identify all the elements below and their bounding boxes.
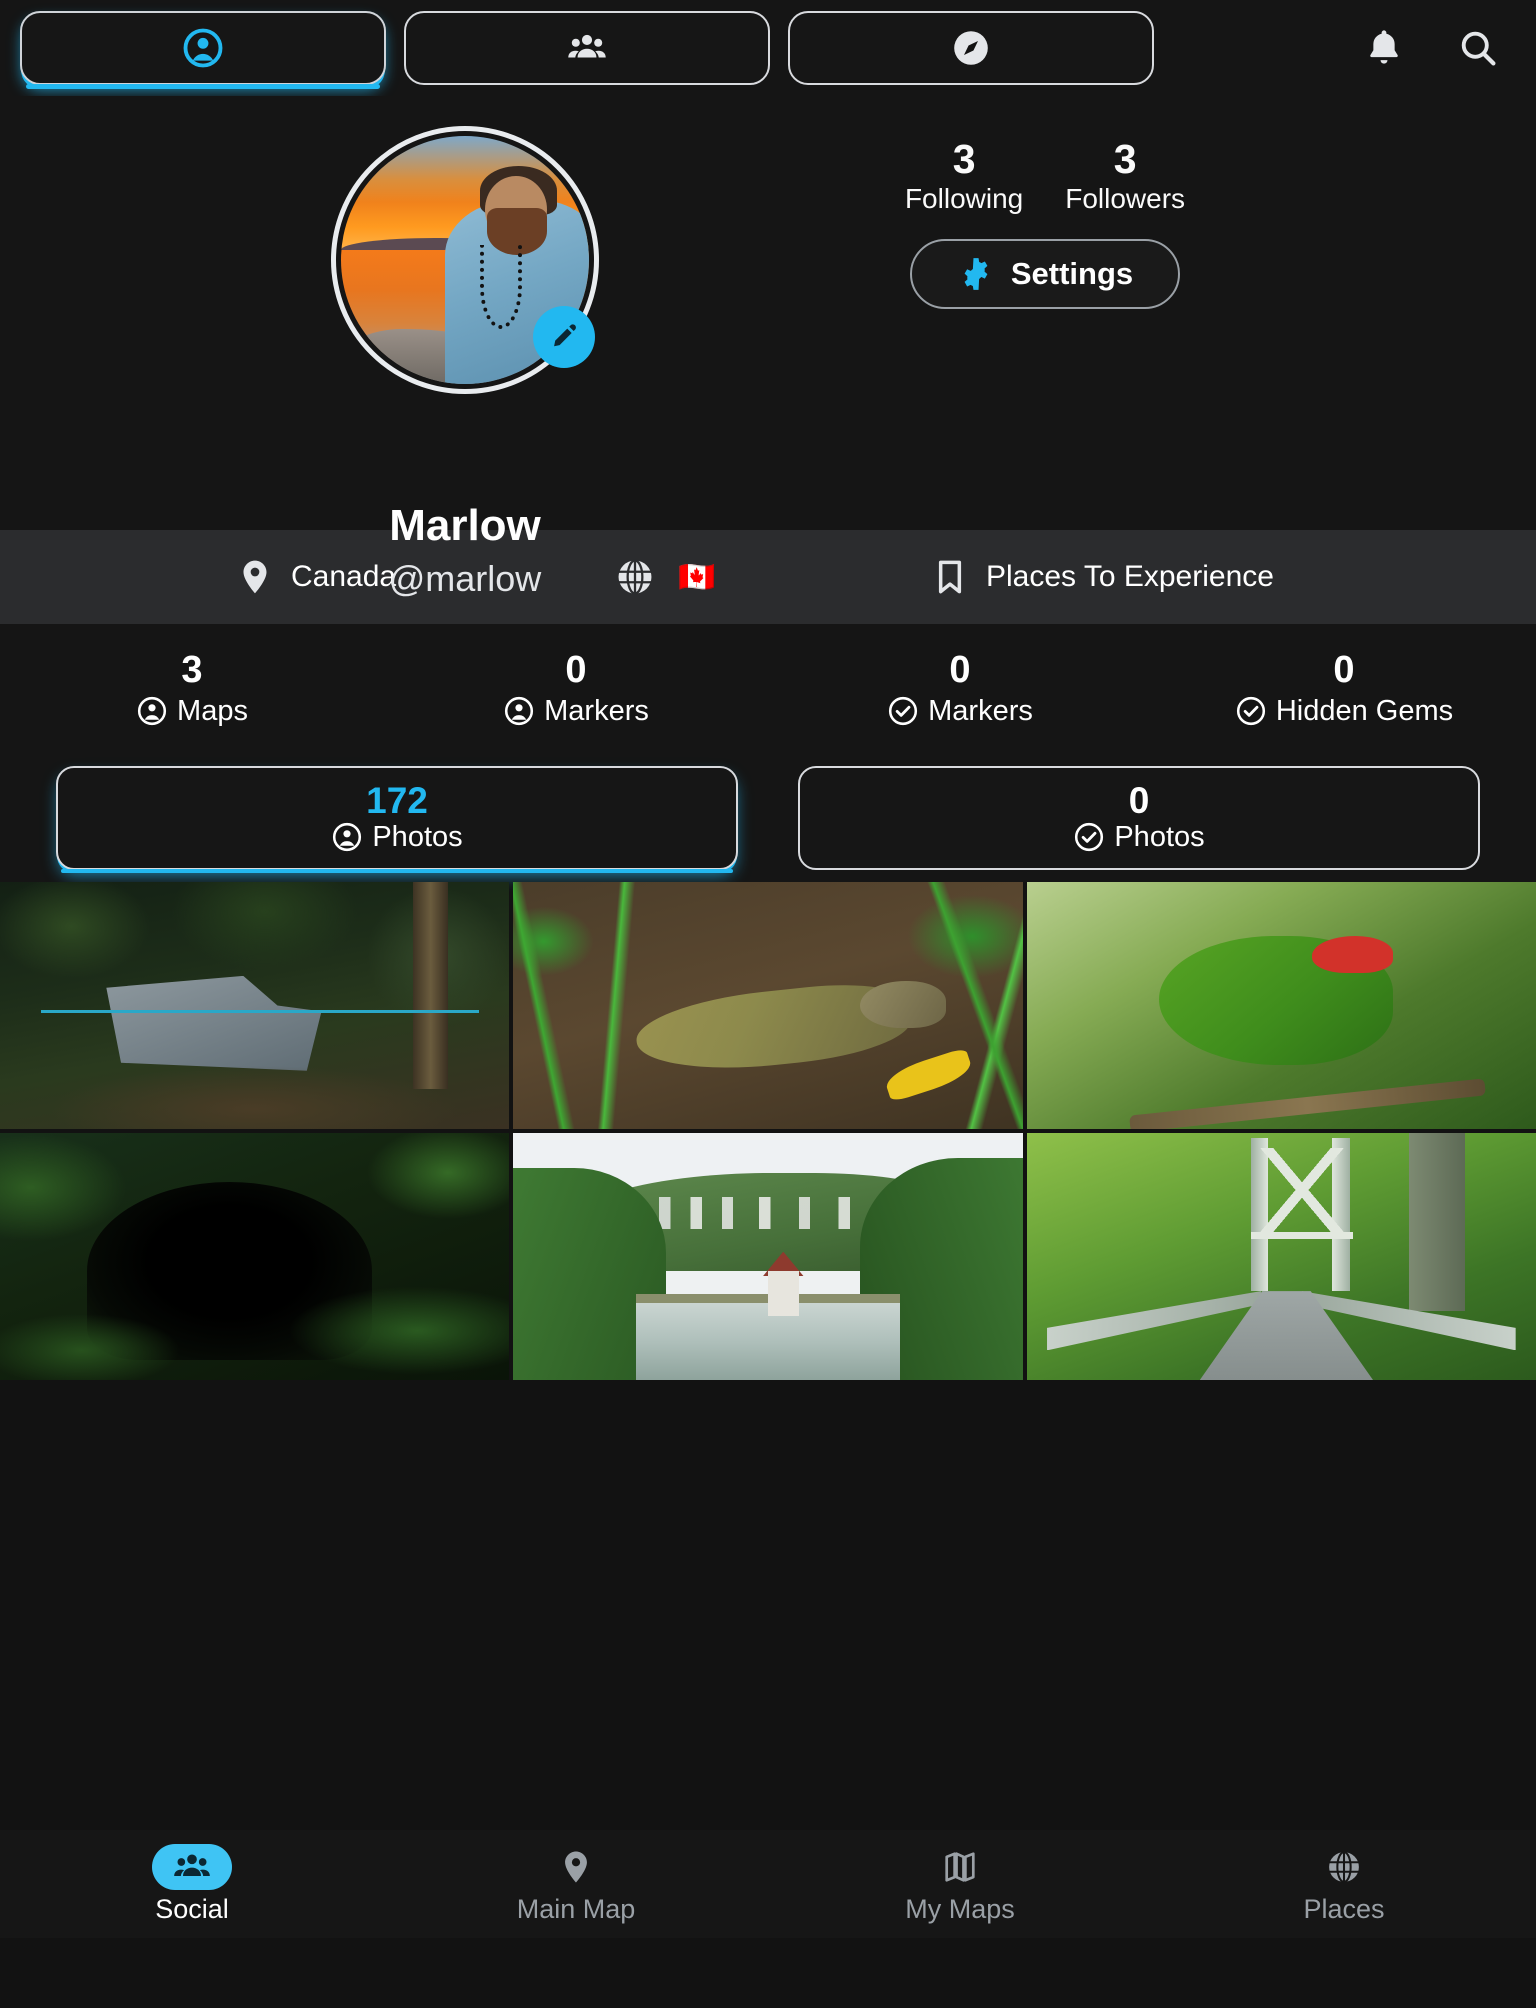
- page-title: Marlow: [389, 501, 541, 550]
- people-group-icon: [174, 1854, 210, 1876]
- nav-label: Social: [155, 1893, 229, 1924]
- check-circle-icon: [889, 697, 918, 726]
- map-pin-icon: [565, 1850, 587, 1883]
- globe-icon: [1329, 1850, 1359, 1883]
- settings-button[interactable]: Settings: [910, 239, 1180, 310]
- search-icon: [1461, 31, 1496, 66]
- photo-swing-bridge[interactable]: [1026, 1133, 1536, 1380]
- profile-header: 3 Following 3 Followers Settings Marlow …: [0, 96, 1536, 599]
- explore-tab[interactable]: [788, 11, 1154, 85]
- counters-row: 3 Maps 0 Markers 0 Markers 0 Hidden Gems: [0, 624, 1536, 754]
- followers-count: 3: [1113, 136, 1137, 182]
- photo-tabs: 172 Photos 0 Photos: [0, 754, 1536, 882]
- counter-markers-visited[interactable]: 0 Markers: [768, 649, 1152, 728]
- counter-label: Hidden Gems: [1275, 694, 1454, 727]
- person-circle-icon: [183, 28, 223, 68]
- compass-icon: [954, 31, 988, 65]
- following-count: 3: [952, 136, 976, 182]
- person-circle-icon: [137, 697, 167, 726]
- counter-value: 0: [949, 649, 971, 692]
- nav-label: Main Map: [516, 1893, 636, 1924]
- tab-label: Photos: [1114, 820, 1205, 853]
- photo-tuatara-reptile[interactable]: [513, 882, 1023, 1129]
- tab-count: 0: [1128, 780, 1150, 822]
- counter-maps[interactable]: 3 Maps: [0, 649, 384, 728]
- nav-places[interactable]: Places: [1152, 1844, 1536, 1925]
- tab-label: Photos: [372, 820, 463, 853]
- people-group-icon: [568, 34, 606, 58]
- counter-value: 3: [181, 649, 203, 692]
- folded-map-icon: [945, 1851, 975, 1882]
- bell-icon: [1370, 30, 1398, 64]
- counter-value: 0: [1333, 649, 1355, 692]
- following-stat[interactable]: 3 Following: [904, 136, 1024, 215]
- check-circle-icon: [1075, 823, 1104, 852]
- profile-stats: 3 Following 3 Followers Settings: [880, 136, 1210, 310]
- photo-reservoir-valley[interactable]: [513, 1133, 1023, 1380]
- counter-hidden-gems[interactable]: 0 Hidden Gems: [1152, 649, 1536, 728]
- settings-label: Settings: [1010, 256, 1134, 292]
- followers-stat[interactable]: 3 Followers: [1065, 136, 1186, 215]
- nav-main-map[interactable]: Main Map: [384, 1844, 768, 1925]
- counter-label: Markers: [544, 694, 649, 727]
- search-button[interactable]: [1440, 10, 1516, 86]
- profile-handle: @marlow: [388, 558, 542, 599]
- bottom-navigation: Social Main Map My Maps Places: [0, 1830, 1536, 1938]
- counter-label: Maps: [177, 694, 248, 727]
- counter-markers-owned[interactable]: 0 Markers: [384, 649, 768, 728]
- edit-avatar-button[interactable]: [533, 306, 595, 368]
- followers-label: Followers: [1065, 183, 1186, 215]
- nav-label: My Maps: [905, 1893, 1015, 1924]
- check-circle-icon: [1236, 697, 1265, 726]
- photo-green-parakeet[interactable]: [1026, 882, 1536, 1129]
- person-circle-icon: [505, 697, 534, 726]
- bookmark-icon: [938, 560, 962, 594]
- nav-label: Places: [1303, 1893, 1385, 1924]
- nav-social[interactable]: Social: [0, 1843, 384, 1925]
- tab-count: 172: [366, 780, 428, 822]
- profile-tab[interactable]: [20, 11, 386, 89]
- person-circle-icon: [333, 823, 362, 852]
- bookmark-item[interactable]: Places To Experience: [860, 557, 1536, 597]
- photo-mine-cart-forest[interactable]: [0, 882, 510, 1129]
- photo-dark-tunnel[interactable]: [0, 1133, 510, 1380]
- bookmark-label: Places To Experience: [986, 560, 1274, 593]
- friends-tab[interactable]: [404, 11, 770, 85]
- tab-my-photos[interactable]: 172 Photos: [56, 766, 738, 873]
- top-tab-bar: [0, 0, 1536, 96]
- following-label: Following: [904, 183, 1024, 215]
- counter-value: 0: [565, 649, 587, 692]
- avatar[interactable]: [331, 126, 599, 394]
- photo-grid: [0, 882, 1536, 1830]
- counter-label: Markers: [928, 694, 1033, 727]
- tab-visited-photos[interactable]: 0 Photos: [798, 766, 1480, 870]
- notifications-button[interactable]: [1346, 10, 1422, 86]
- nav-my-maps[interactable]: My Maps: [768, 1844, 1152, 1925]
- pencil-icon: [554, 324, 576, 347]
- gear-icon: [964, 258, 988, 290]
